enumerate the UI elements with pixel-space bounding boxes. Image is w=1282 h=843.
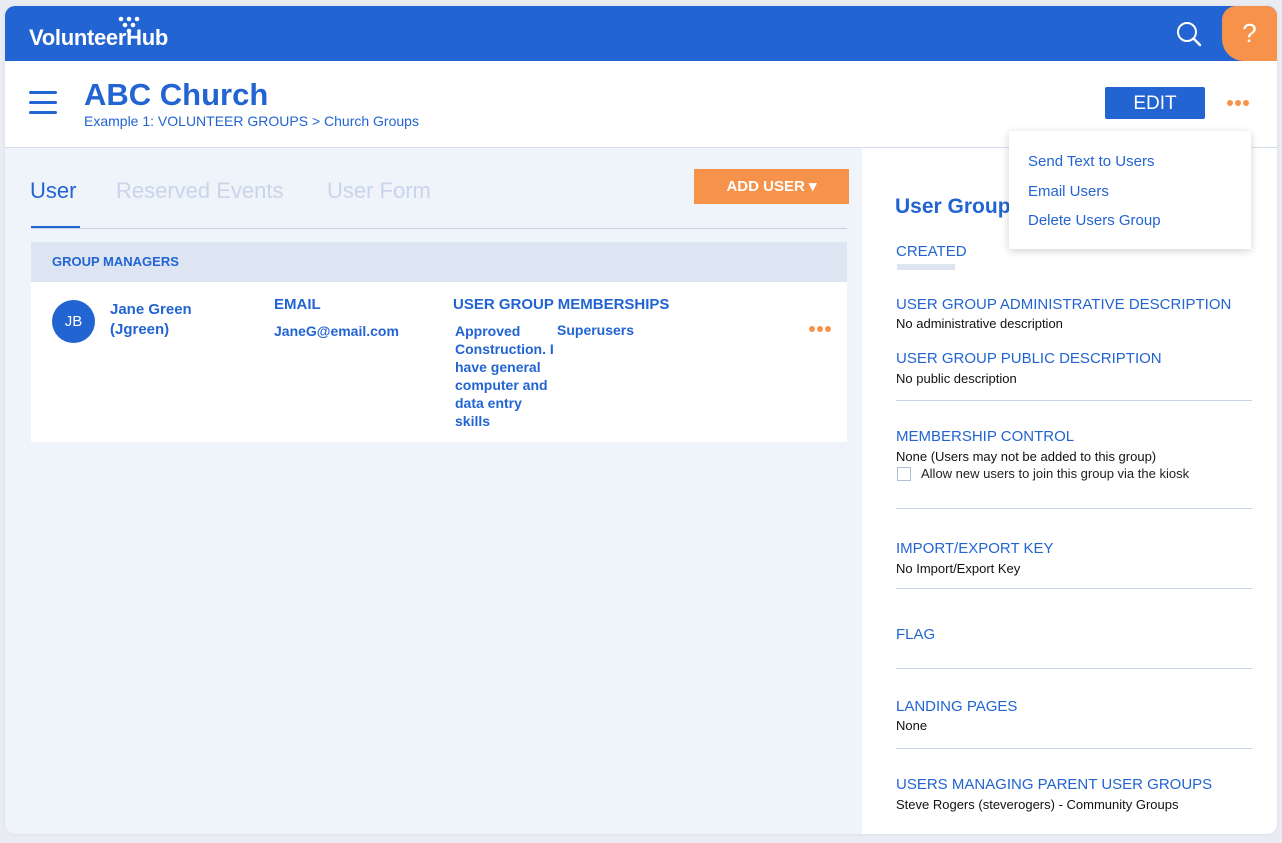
- kiosk-checkbox[interactable]: [897, 467, 911, 481]
- add-user-button[interactable]: ADD USER ▾: [694, 169, 849, 204]
- more-options-icon[interactable]: [1227, 93, 1253, 107]
- search-icon[interactable]: [1175, 20, 1203, 48]
- tab-user-form[interactable]: User Form: [327, 178, 431, 204]
- created-label: CREATED: [896, 243, 967, 260]
- divider: [896, 400, 1252, 401]
- created-value-placeholder: [897, 264, 955, 270]
- menu-item-delete-group[interactable]: Delete Users Group: [1028, 212, 1161, 229]
- divider: [896, 588, 1252, 589]
- app-window: VolunteerHub ? ABC Church Example 1: VOL…: [5, 6, 1277, 834]
- membership-item[interactable]: Approved Construction. I have general co…: [455, 322, 555, 430]
- import-export-label: IMPORT/EXPORT KEY: [896, 540, 1054, 557]
- breadcrumb[interactable]: Example 1: VOLUNTEER GROUPS > Church Gro…: [84, 113, 419, 129]
- menu-item-send-text[interactable]: Send Text to Users: [1028, 153, 1154, 170]
- brand-logo[interactable]: VolunteerHub: [29, 25, 168, 51]
- public-description-value: No public description: [896, 371, 1017, 386]
- landing-pages-value: None: [896, 718, 928, 733]
- admin-description-label: USER GROUP ADMINISTRATIVE DESCRIPTION: [896, 296, 1232, 313]
- menu-item-email-users[interactable]: Email Users: [1028, 183, 1109, 200]
- details-title: User Group: [895, 195, 1011, 218]
- tab-user[interactable]: User: [30, 178, 76, 204]
- landing-pages-label: LANDING PAGES: [896, 698, 1018, 715]
- avatar[interactable]: JB: [52, 300, 95, 343]
- email-column-header: EMAIL: [274, 296, 321, 313]
- user-name[interactable]: Jane Green (Jgreen): [110, 300, 220, 340]
- parent-groups-label: USERS MANAGING PARENT USER GROUPS: [896, 776, 1213, 793]
- membership-control-value: None (Users may not be added to this gro…: [896, 449, 1157, 464]
- active-tab-indicator: [31, 226, 80, 228]
- tab-divider: [31, 228, 847, 229]
- membership-control-label: MEMBERSHIP CONTROL: [896, 428, 1075, 445]
- page-title: ABC Church: [84, 77, 269, 112]
- divider: [896, 748, 1252, 749]
- row-more-options-icon[interactable]: [809, 319, 835, 332]
- help-button[interactable]: ?: [1222, 6, 1277, 61]
- menu-icon[interactable]: [29, 91, 57, 115]
- memberships-column-header: USER GROUP MEMBERSHIPS: [453, 296, 670, 313]
- group-managers-header: GROUP MANAGERS: [31, 242, 847, 282]
- top-bar: VolunteerHub ?: [5, 6, 1277, 61]
- membership-item[interactable]: Superusers: [557, 322, 634, 338]
- kiosk-checkbox-label[interactable]: Allow new users to join this group via t…: [921, 466, 1189, 481]
- divider: [896, 508, 1252, 509]
- logo-dots-icon: [118, 16, 140, 34]
- edit-button[interactable]: EDIT: [1105, 87, 1205, 119]
- import-export-value: No Import/Export Key: [896, 561, 1021, 576]
- public-description-label: USER GROUP PUBLIC DESCRIPTION: [896, 350, 1162, 367]
- tab-reserved-events[interactable]: Reserved Events: [116, 178, 284, 204]
- flag-label: FLAG: [896, 626, 936, 643]
- table-row: JB Jane Green (Jgreen) EMAIL USER GROUP …: [31, 282, 847, 442]
- divider: [896, 668, 1252, 669]
- more-options-menu: Send Text to Users Email Users Delete Us…: [1009, 131, 1251, 249]
- user-email[interactable]: JaneG@email.com: [274, 323, 399, 339]
- details-panel: User Group CREATED USER GROUP ADMINISTRA…: [862, 148, 1277, 834]
- users-panel: User Reserved Events User Form ADD USER …: [5, 148, 862, 834]
- admin-description-value: No administrative description: [896, 316, 1063, 331]
- parent-groups-value: Steve Rogers (steverogers) - Community G…: [896, 797, 1179, 812]
